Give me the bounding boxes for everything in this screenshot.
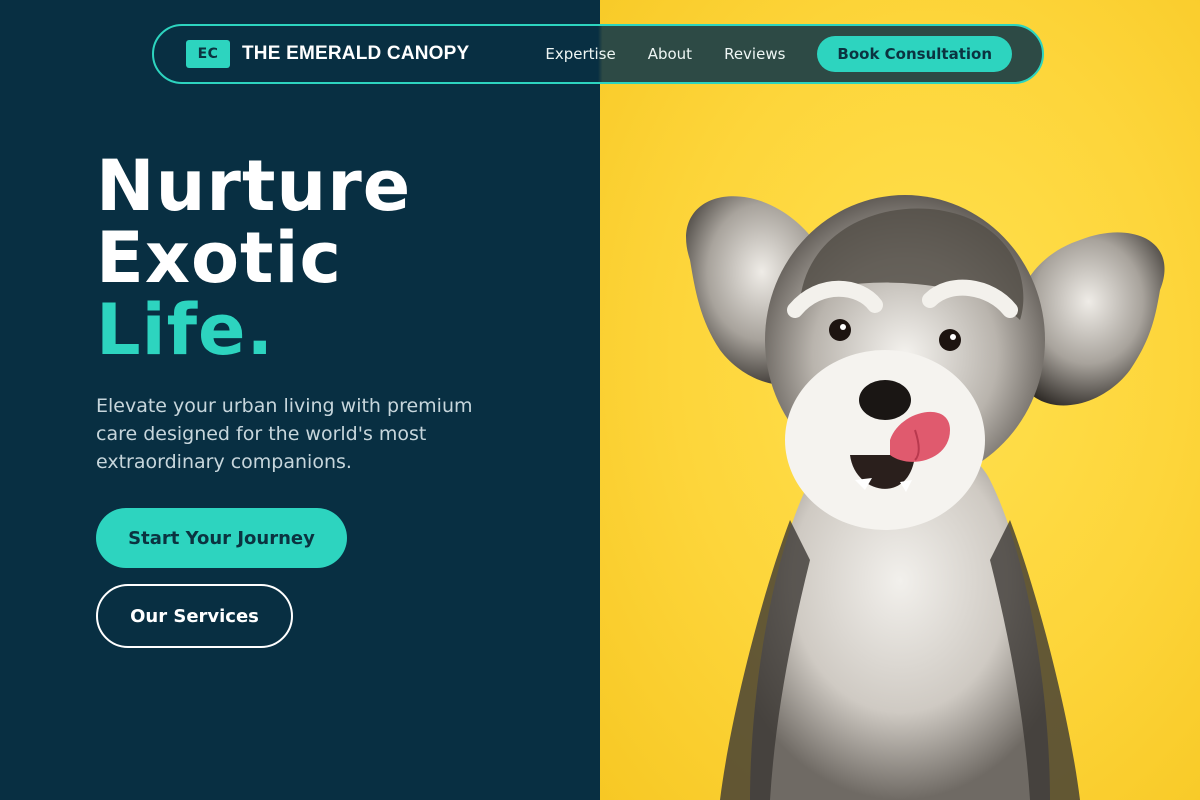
nav-links: Expertise About Reviews Book Consultatio… [513, 36, 1012, 72]
nav-link-about[interactable]: About [648, 45, 692, 63]
nav-link-expertise[interactable]: Expertise [545, 45, 615, 63]
hero-title: Nurture Exotic Life. [96, 150, 411, 366]
brand[interactable]: EC THE EMERALD CANOPY [186, 40, 469, 68]
hero-image-panel [600, 0, 1200, 800]
nav-link-reviews[interactable]: Reviews [724, 45, 785, 63]
landing-page: EC THE EMERALD CANOPY Expertise About Re… [0, 0, 1200, 800]
hero-title-line-1: Nurture [96, 145, 412, 227]
hero-subtitle: Elevate your urban living with premium c… [96, 395, 473, 473]
our-services-button[interactable]: Our Services [96, 584, 293, 648]
brand-name: THE EMERALD CANOPY [242, 43, 470, 64]
hero-title-accent: Life. [96, 289, 275, 371]
hero-title-line-2: Exotic [96, 217, 343, 299]
brand-logo: EC [186, 40, 230, 68]
dog-photo [686, 195, 1165, 800]
start-journey-button[interactable]: Start Your Journey [96, 508, 347, 568]
navbar: EC THE EMERALD CANOPY Expertise About Re… [152, 24, 1044, 84]
book-consultation-button[interactable]: Book Consultation [817, 36, 1012, 72]
